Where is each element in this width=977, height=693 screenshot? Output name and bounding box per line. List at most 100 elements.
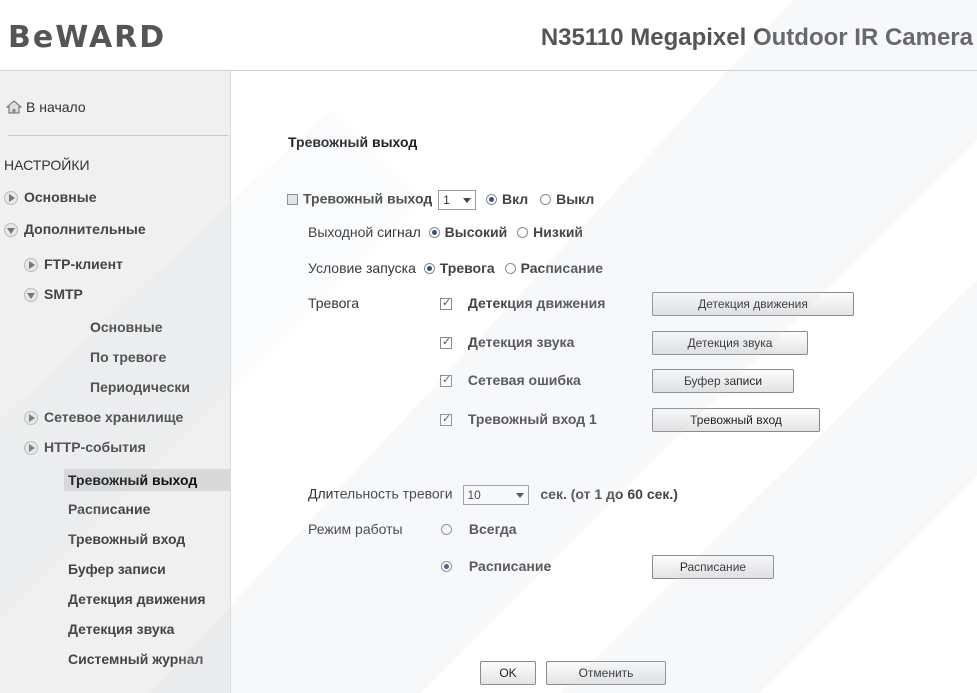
sidebar: В начало НАСТРОЙКИ Основные Дополнительн… xyxy=(0,71,231,693)
sidebar-item-basic[interactable]: Основные xyxy=(4,189,97,206)
sidebar-item-audio-detection[interactable]: Детекция звука xyxy=(68,621,174,637)
sidebar-item-nas[interactable]: Сетевое хранилище xyxy=(24,409,184,426)
sidebar-item-label: FTP-клиент xyxy=(44,256,123,272)
chevron-down-icon xyxy=(463,198,472,203)
collapse-arrow-icon xyxy=(4,223,18,238)
sidebar-item-motion-detection[interactable]: Детекция движения xyxy=(68,591,206,607)
main-panel: Тревожный выход Тревожный выход 1 Вкл Вы… xyxy=(231,71,977,693)
on-label: Вкл xyxy=(502,190,529,207)
input-checkbox[interactable] xyxy=(440,412,452,427)
motion-label: Детекция движения xyxy=(467,295,606,311)
ok-button[interactable]: OK xyxy=(480,661,536,685)
trigger-schedule-label: Расписание xyxy=(520,260,603,276)
trigger-label: Условие запуска xyxy=(308,260,416,276)
cancel-button[interactable]: Отменить xyxy=(546,661,666,685)
expand-arrow-icon xyxy=(24,258,38,273)
brand-logo: BeWARD xyxy=(8,20,167,55)
duration-hint: сек. (от 1 до 60 сек.) xyxy=(540,485,678,502)
sidebar-item-alarm-output[interactable]: Тревожный выход xyxy=(64,469,230,491)
alarm-motion-row: Детекция движения xyxy=(440,295,605,311)
mode-schedule-label: Расписание xyxy=(468,558,552,574)
alarm-output-row: Тревожный выход 1 Вкл Выкл xyxy=(287,190,594,210)
sidebar-item-label: Дополнительные xyxy=(24,221,146,237)
sidebar-item-smtp-basic[interactable]: Основные xyxy=(90,319,163,335)
audio-label: Детекция звука xyxy=(467,334,575,350)
output-signal-row: Выходной сигнал Высокий Низкий xyxy=(308,224,583,240)
mode-always-label: Всегда xyxy=(468,521,517,537)
mode-row: Режим работы xyxy=(308,521,403,537)
collapse-arrow-icon xyxy=(24,288,38,303)
expand-arrow-icon xyxy=(4,191,18,206)
mode-schedule-option[interactable]: Расписание xyxy=(441,558,551,574)
sidebar-item-label: Сетевое хранилище xyxy=(44,409,184,425)
audio-checkbox[interactable] xyxy=(440,335,452,350)
off-label: Выкл xyxy=(556,190,595,207)
alarm-output-label: Тревожный выход xyxy=(303,190,433,207)
sidebar-item-smtp[interactable]: SMTP xyxy=(24,286,83,303)
sidebar-item-smtp-periodic[interactable]: Периодически xyxy=(90,379,190,395)
motion-detection-button[interactable]: Детекция движения xyxy=(652,292,854,316)
select-value: 10 xyxy=(467,488,481,502)
sidebar-item-schedule[interactable]: Расписание xyxy=(68,501,150,517)
sidebar-item-system-log[interactable]: Системный журнал xyxy=(68,651,203,667)
trigger-alarm-label: Тревога xyxy=(439,260,495,276)
radio-mode-always[interactable] xyxy=(441,523,452,535)
home-label: В начало xyxy=(26,99,86,115)
alarm-network-row: Сетевая ошибка xyxy=(440,372,581,388)
sidebar-item-label: HTTP-события xyxy=(44,439,146,455)
mode-label: Режим работы xyxy=(308,521,403,537)
audio-detection-button[interactable]: Детекция звука xyxy=(652,331,808,355)
input-label: Тревожный вход 1 xyxy=(467,411,597,427)
chevron-down-icon xyxy=(515,493,524,498)
header: BeWARD N35110 Megapixel Outdoor IR Camer… xyxy=(0,0,977,71)
expand-arrow-icon xyxy=(24,441,38,456)
alarm-output-select[interactable]: 1 xyxy=(438,190,477,210)
alarm-input-row: Тревожный вход 1 xyxy=(440,411,597,427)
trigger-row: Условие запуска Тревога Расписание xyxy=(308,260,603,276)
schedule-button[interactable]: Расписание xyxy=(652,555,774,579)
sidebar-item-label: SMTP xyxy=(44,286,83,302)
select-value: 1 xyxy=(443,193,450,207)
duration-label: Длительность тревоги xyxy=(308,485,453,502)
sidebar-item-smtp-alarm[interactable]: По тревоге xyxy=(90,349,166,365)
page-title: Тревожный выход xyxy=(288,134,418,150)
radio-mode-schedule[interactable] xyxy=(441,560,452,572)
trigger-alarm-option[interactable]: Тревога xyxy=(423,260,495,276)
network-checkbox[interactable] xyxy=(440,373,452,388)
alarm-audio-row: Детекция звука xyxy=(440,334,574,350)
trigger-schedule-option[interactable]: Расписание xyxy=(504,260,603,276)
radio-on[interactable] xyxy=(486,193,498,205)
settings-heading: НАСТРОЙКИ xyxy=(4,157,90,173)
sidebar-item-http-events[interactable]: HTTP-события xyxy=(24,439,146,456)
network-label: Сетевая ошибка xyxy=(467,372,581,388)
radio-low[interactable] xyxy=(517,226,529,238)
sidebar-divider xyxy=(8,135,228,136)
sidebar-item-ftp[interactable]: FTP-клиент xyxy=(24,256,123,273)
home-link[interactable]: В начало xyxy=(6,99,86,115)
alarm-output-on-option[interactable]: Вкл xyxy=(486,191,528,207)
low-label: Низкий xyxy=(533,224,584,240)
radio-off[interactable] xyxy=(540,193,552,205)
camera-model-title: N35110 Megapixel Outdoor IR Camera xyxy=(540,24,973,51)
sidebar-item-record-buffer[interactable]: Буфер записи xyxy=(68,561,166,577)
mode-always-option[interactable]: Всегда xyxy=(441,521,517,537)
output-signal-label: Выходной сигнал xyxy=(308,224,421,240)
radio-trigger-schedule[interactable] xyxy=(504,262,516,274)
radio-trigger-alarm[interactable] xyxy=(423,262,435,274)
sidebar-item-alarm-input[interactable]: Тревожный вход xyxy=(68,531,185,547)
alarm-input-button[interactable]: Тревожный вход xyxy=(652,408,820,432)
motion-checkbox[interactable] xyxy=(440,296,452,311)
home-icon xyxy=(6,100,22,114)
duration-row: Длительность тревоги 10 сек. (от 1 до 60… xyxy=(308,485,678,505)
sidebar-item-label: Основные xyxy=(24,189,97,205)
signal-low-option[interactable]: Низкий xyxy=(517,224,583,240)
high-label: Высокий xyxy=(444,224,508,240)
record-buffer-button[interactable]: Буфер записи xyxy=(652,369,794,393)
alarm-output-off-option[interactable]: Выкл xyxy=(540,191,594,207)
duration-select[interactable]: 10 xyxy=(462,485,529,505)
radio-high[interactable] xyxy=(428,226,440,238)
signal-high-option[interactable]: Высокий xyxy=(428,224,508,240)
sidebar-item-advanced[interactable]: Дополнительные xyxy=(4,221,146,238)
square-bullet-icon xyxy=(287,193,298,205)
expand-arrow-icon xyxy=(24,411,38,426)
